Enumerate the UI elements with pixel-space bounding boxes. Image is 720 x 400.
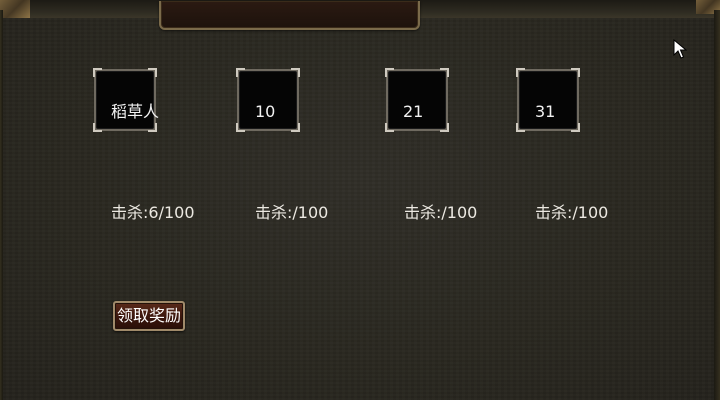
target-slot-2-label: 10 — [255, 102, 276, 121]
kill-count-1: 击杀:6/100 — [111, 203, 195, 222]
kill-count-4: 击杀:/100 — [535, 203, 609, 222]
side-border-left — [0, 10, 3, 400]
target-slot-1-label: 稻草人 — [111, 102, 160, 121]
kill-count-2: 击杀:/100 — [255, 203, 329, 222]
mouse-cursor-icon — [673, 39, 687, 59]
target-slot-3-label: 21 — [403, 102, 424, 121]
title-bar — [159, 1, 420, 30]
game-panel: 稻草人 10 21 31 击杀:6/100 击杀:/100 击杀:/100 击杀… — [0, 0, 720, 400]
side-border-right — [714, 10, 720, 400]
corner-ornament-left — [0, 0, 30, 18]
kill-count-3: 击杀:/100 — [404, 203, 478, 222]
target-slot-4-label: 31 — [535, 102, 556, 121]
claim-reward-button[interactable]: 领取奖励 — [113, 301, 185, 331]
